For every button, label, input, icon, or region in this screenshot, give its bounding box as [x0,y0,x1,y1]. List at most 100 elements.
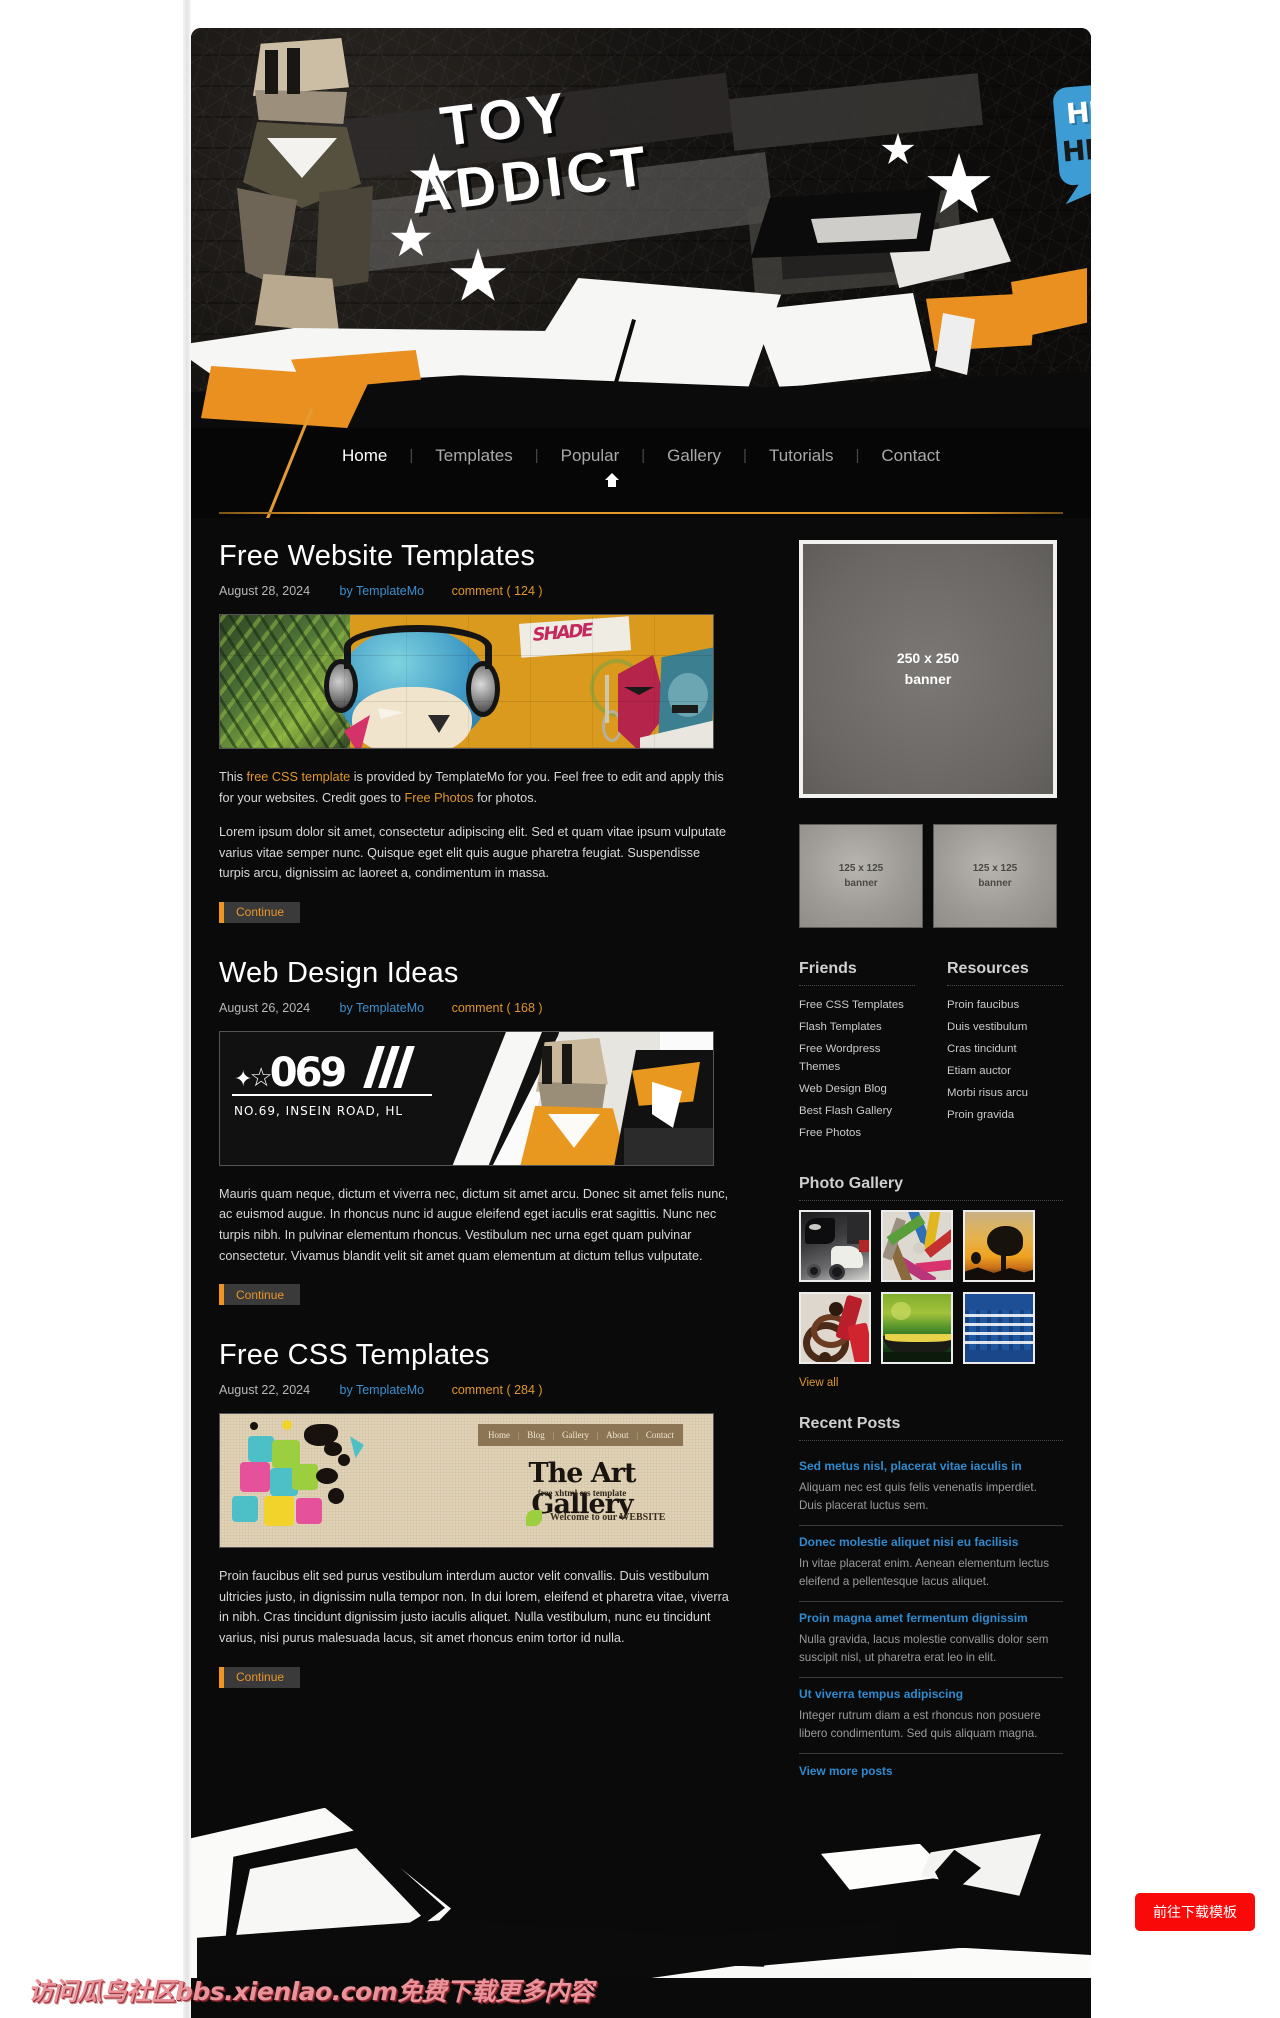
friends-link[interactable]: Free Wordpress Themes [799,1043,880,1073]
resources-list: Proin faucibus Duis vestibulum Cras tinc… [947,995,1063,1123]
post-paragraph: Lorem ipsum dolor sit amet, consectetur … [219,825,727,881]
author-name: TemplateMo [355,1000,425,1015]
resources-block: Resources Proin faucibus Duis vestibulum… [947,960,1063,1145]
post-date: August 28, 2024 [219,584,311,598]
continue-button[interactable]: Continue [219,1666,301,1688]
post-title: Free CSS Templates [219,1339,490,1372]
site-shell: TOY ADDICT HELLO! HELLO! Home | Template… [191,28,1091,2018]
scrollbar-track[interactable] [183,0,191,2018]
page-left-margin [0,0,190,2018]
banner-250-line1: 250 x 250 [896,650,960,666]
banner-125a-line1: 125 x 125 [838,863,884,874]
header-artwork: TOY ADDICT HELLO! HELLO! [191,28,1091,428]
post-author[interactable]: by TemplateMo [340,1383,425,1397]
post-meta: August 28, 2024 by TemplateMo comment ( … [219,584,773,598]
post-image-graffiti[interactable]: SHADE [219,614,714,749]
blog-post: Free Website Templates August 28, 2024 b… [219,540,773,923]
page-content: Free Website Templates August 28, 2024 b… [191,518,1091,1780]
inline-link-free-css-template[interactable]: free CSS template [247,770,351,784]
post-image-street-sign[interactable]: ✦☆069 NO.69, INSEIN ROAD, HL [219,1030,714,1166]
friends-link[interactable]: Free Photos [799,1127,861,1139]
by-label: by [339,1383,353,1398]
friends-list: Free CSS Templates Flash Templates Free … [799,995,915,1141]
resources-link[interactable]: Etiam auctor [947,1065,1011,1077]
sidebar: 250 x 250 banner 125 x 125 banner 125 x … [799,540,1063,1780]
recent-post-item: Proin magna amet fermentum dignissim Nul… [799,1602,1063,1678]
recent-post-excerpt: Nulla gravida, lacus molestie convallis … [799,1632,1049,1664]
list-item: Cras tincidunt [947,1039,1063,1057]
resources-link[interactable]: Proin gravida [947,1109,1014,1121]
comment-count: ( 168 ) [506,1000,543,1015]
comment-label: comment [451,1000,503,1015]
friends-link[interactable]: Web Design Blog [799,1083,887,1095]
recent-post-title[interactable]: Donec molestie aliquet nisi eu facilisis [799,1535,1063,1549]
post-comments[interactable]: comment ( 168 ) [452,1001,543,1015]
resources-link[interactable]: Proin faucibus [947,999,1019,1011]
friends-link[interactable]: Flash Templates [799,1021,882,1033]
gallery-thumb-tree-sunset[interactable] [963,1210,1035,1282]
view-more-posts-link[interactable]: View more posts [799,1764,893,1778]
resources-heading: Resources [947,960,1063,986]
recent-post-item: Ut viverra tempus adipiscing Integer rut… [799,1678,1063,1754]
recent-post-title[interactable]: Ut viverra tempus adipiscing [799,1687,1063,1701]
site-logo[interactable]: TOY ADDICT [400,76,654,226]
home-indicator-icon [604,472,620,488]
nav-item-templates[interactable]: Templates [413,446,534,466]
resources-link[interactable]: Morbi risus arcu [947,1087,1028,1099]
friends-link[interactable]: Free CSS Templates [799,999,904,1011]
recent-post-title[interactable]: Proin magna amet fermentum dignissim [799,1611,1063,1625]
gallery-thumb-harbour[interactable] [963,1292,1035,1364]
comment-count: ( 284 ) [506,1383,543,1398]
page-root: TOY ADDICT HELLO! HELLO! Home | Template… [0,0,1280,2018]
nav-item-gallery[interactable]: Gallery [645,446,743,466]
post-date: August 22, 2024 [219,1383,311,1398]
gallery-thumb-motorcycle[interactable] [799,1210,871,1282]
list-item: Morbi risus arcu [947,1083,1063,1101]
list-item: Etiam auctor [947,1061,1063,1079]
resources-link[interactable]: Cras tincidunt [947,1043,1017,1055]
paper-bag-character [231,38,411,332]
list-item: Proin faucibus [947,995,1063,1013]
resources-link[interactable]: Duis vestibulum [947,1021,1027,1033]
recent-post-item: Donec molestie aliquet nisi eu facilisis… [799,1526,1063,1602]
post-comments[interactable]: comment ( 124 ) [452,584,543,598]
banner-125x125-a[interactable]: 125 x 125 banner [799,824,923,928]
continue-button[interactable]: Continue [219,901,301,923]
banner-125b-line1: 125 x 125 [972,863,1018,874]
nav-item-contact[interactable]: Contact [859,446,962,466]
comment-label: comment [451,1383,503,1398]
gallery-thumb-beads[interactable] [799,1292,871,1364]
post-author[interactable]: by TemplateMo [340,1001,425,1015]
list-item: Free Wordpress Themes [799,1039,915,1075]
banner-125x125-b[interactable]: 125 x 125 banner [933,824,1057,928]
comment-label: comment [451,584,503,598]
view-all-link[interactable]: View all [799,1377,838,1389]
nav-item-tutorials[interactable]: Tutorials [747,446,856,466]
post-date: August 26, 2024 [219,1000,311,1015]
download-template-button[interactable]: 前往下载模板 [1135,1893,1255,1931]
abstract-shape [921,1833,1041,1896]
recent-post-title[interactable]: Sed metus nisl, placerat vitae iaculis i… [799,1459,1063,1473]
list-item: Best Flash Gallery [799,1101,915,1119]
post-paragraph: Proin faucibus elit sed purus vestibulum… [219,1569,729,1645]
post-image-art-gallery[interactable]: Home | Blog | Gallery | About | Contact The Art … [219,1413,714,1549]
banner-row-125: 125 x 125 banner 125 x 125 banner [799,824,1063,928]
friends-heading: Friends [799,960,915,986]
post-comments[interactable]: comment ( 284 ) [452,1383,543,1397]
post-meta: August 22, 2024 by TemplateMo comment ( … [219,1383,773,1397]
blog-post: Web Design Ideas August 26, 2024 by Temp… [219,957,773,1306]
list-item: Proin gravida [947,1105,1063,1123]
post-title: Free Website Templates [219,540,536,572]
by-label: by [339,584,353,598]
banner-250x250[interactable]: 250 x 250 banner [799,540,1057,798]
nav-item-home[interactable]: Home [320,446,409,466]
by-label: by [339,1000,353,1015]
gallery-thumb-pencils[interactable] [881,1210,953,1282]
gallery-thumb-boat[interactable] [881,1292,953,1364]
main-column: Free Website Templates August 28, 2024 b… [219,540,773,1780]
nav-item-popular[interactable]: Popular [539,446,642,466]
continue-button[interactable]: Continue [219,1284,301,1306]
inline-link-free-photos[interactable]: Free Photos [404,791,473,805]
friends-link[interactable]: Best Flash Gallery [799,1105,892,1117]
post-author[interactable]: by TemplateMo [340,584,425,598]
